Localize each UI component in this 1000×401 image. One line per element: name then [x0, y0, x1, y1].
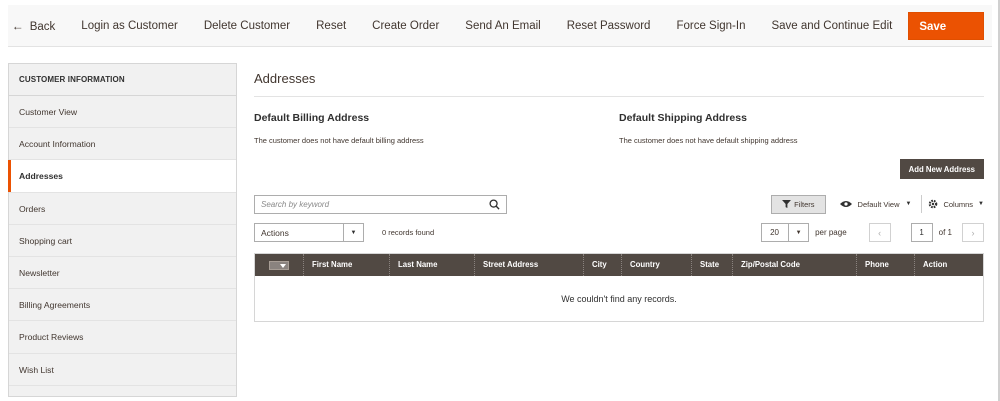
reset-button[interactable]: Reset [316, 20, 346, 32]
empty-grid-message: We couldn't find any records. [561, 293, 677, 304]
billing-text: The customer does not have default billi… [254, 136, 424, 145]
back-label: Back [29, 20, 56, 33]
col-street-address[interactable]: Street Address [474, 254, 583, 276]
default-billing-address: Default Billing Address The customer doe… [254, 112, 619, 145]
page-number-input[interactable] [910, 223, 933, 242]
per-page-label: per page [815, 228, 847, 237]
caret-down-icon: ▼ [905, 201, 912, 207]
billing-heading: Default Billing Address [254, 112, 370, 124]
columns-dropdown[interactable]: Columns ▼ [928, 199, 984, 209]
col-last-name[interactable]: Last Name [389, 254, 474, 276]
mass-select-checkbox[interactable] [255, 254, 303, 276]
col-city[interactable]: City [583, 254, 621, 276]
search-box [254, 194, 507, 214]
arrow-left-icon: ← [11, 18, 24, 33]
caret-down-icon: ▼ [978, 201, 984, 207]
col-state[interactable]: State [691, 254, 732, 276]
next-page-button[interactable]: › [962, 223, 984, 242]
caret-down-icon: ▼ [788, 224, 808, 241]
addresses-grid: First Name Last Name Street Address City… [254, 253, 984, 322]
addresses-panel: Addresses Default Billing Address The cu… [254, 63, 984, 322]
col-zip[interactable]: Zip/Postal Code [732, 254, 856, 276]
search-input[interactable] [261, 199, 461, 209]
gear-icon [929, 199, 938, 209]
default-shipping-address: Default Shipping Address The customer do… [619, 112, 984, 145]
per-page-value: 20 [770, 228, 779, 237]
mass-actions-dropdown[interactable]: Actions ▼ [254, 223, 364, 242]
shipping-text: The customer does not have default shipp… [619, 136, 798, 145]
records-found: 0 records found [382, 228, 435, 237]
col-first-name[interactable]: First Name [303, 254, 389, 276]
sidebar-item-wish-list[interactable]: Wish List [9, 354, 236, 386]
delete-customer-button[interactable]: Delete Customer [204, 20, 290, 32]
actions-label: Actions [261, 227, 289, 238]
checkbox-dropdown-icon [269, 260, 289, 270]
col-country[interactable]: Country [621, 254, 691, 276]
sidebar-item-product-reviews[interactable]: Product Reviews [9, 321, 236, 354]
save-and-continue-button[interactable]: Save and Continue Edit [771, 20, 892, 32]
col-phone[interactable]: Phone [856, 254, 914, 276]
caret-down-icon: ▼ [343, 224, 363, 241]
login-as-customer-button[interactable]: Login as Customer [81, 20, 178, 32]
save-customer-button[interactable]: Save Customer [908, 11, 984, 61]
sidebar-item-orders[interactable]: Orders [9, 193, 236, 225]
sidebar-item-account-information[interactable]: Account Information [9, 128, 236, 161]
previous-page-button[interactable]: ‹ [868, 223, 891, 242]
grid-header: First Name Last Name Street Address City… [255, 254, 983, 276]
force-sign-in-button[interactable]: Force Sign-In [676, 20, 745, 32]
grid-toolbar: Filters Default View ▼ Columns ▼ [254, 194, 984, 214]
shipping-heading: Default Shipping Address [619, 112, 747, 124]
back-button[interactable]: ← Back [12, 19, 56, 33]
filters-button[interactable]: Filters [771, 194, 826, 214]
customer-info-sidebar: Customer Information Customer View Accou… [8, 63, 237, 397]
sidebar-item-addresses[interactable]: Addresses [8, 160, 236, 193]
columns-label: Columns [943, 199, 974, 209]
add-new-address-button[interactable]: Add New Address [899, 159, 984, 179]
default-view-dropdown[interactable]: Default View ▼ [839, 199, 912, 209]
reset-password-button[interactable]: Reset Password [567, 20, 651, 32]
sidebar-title: Customer Information [9, 64, 236, 96]
toolbar-divider [921, 195, 923, 213]
page-actions-bar: ← Back Login as Customer Delete Customer … [8, 5, 992, 61]
send-email-button[interactable]: Send An Email [465, 20, 540, 32]
search-icon[interactable] [489, 198, 500, 210]
create-order-button[interactable]: Create Order [372, 20, 439, 32]
chevron-left-icon: ‹ [878, 227, 882, 238]
default-addresses: Default Billing Address The customer doe… [254, 112, 984, 145]
grid-paging-row: Actions ▼ 0 records found 20 ▼ per page … [254, 223, 984, 242]
sidebar-item-newsletter[interactable]: Newsletter [9, 257, 236, 290]
eye-icon [839, 201, 852, 207]
section-title: Addresses [254, 63, 984, 97]
default-view-label: Default View [857, 199, 900, 209]
filter-icon [782, 200, 792, 208]
add-new-wrap: Add New Address [254, 159, 984, 179]
sidebar-item-customer-view[interactable]: Customer View [9, 96, 236, 129]
sidebar-item-shopping-cart[interactable]: Shopping cart [9, 225, 236, 257]
filters-label: Filters [794, 199, 815, 209]
chevron-right-icon: › [971, 227, 975, 238]
page-of-label: of 1 [938, 228, 952, 237]
sidebar-item-billing-agreements[interactable]: Billing Agreements [9, 289, 236, 322]
col-action: Action [914, 254, 983, 276]
per-page-select[interactable]: 20 ▼ [761, 223, 810, 242]
